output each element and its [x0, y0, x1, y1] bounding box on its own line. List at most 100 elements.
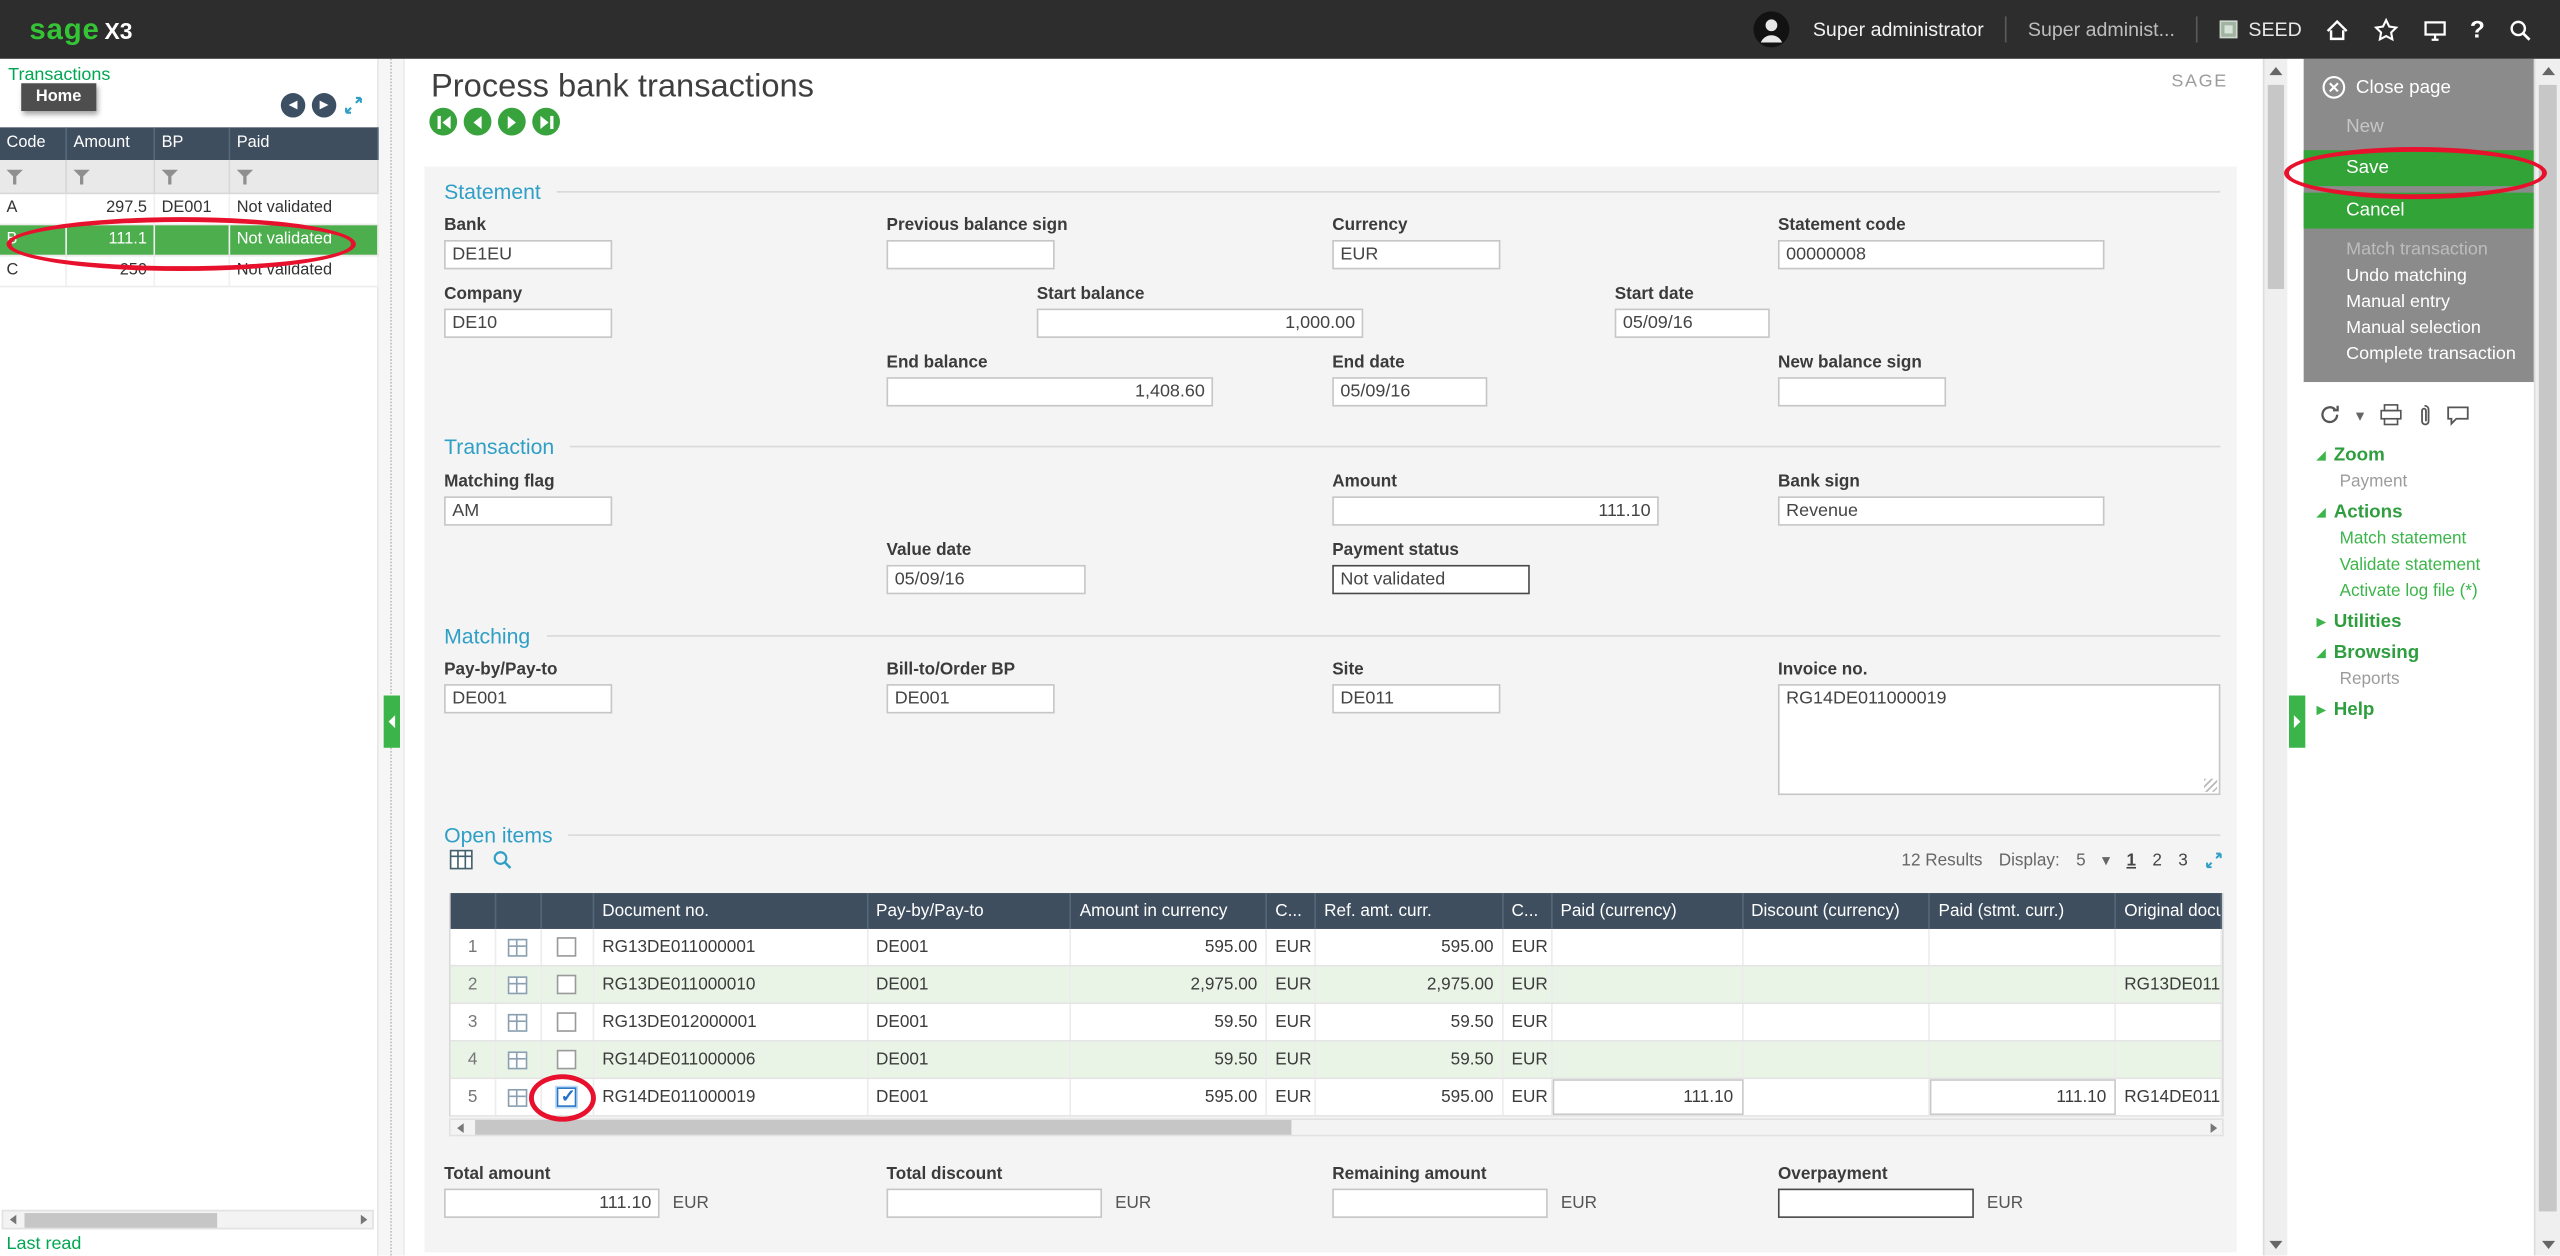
bill-to-input[interactable] [887, 684, 1055, 713]
row-detail-icon[interactable] [508, 1088, 528, 1106]
col-paid-currency[interactable]: Paid (currency) [1552, 893, 1743, 929]
user-name[interactable]: Super administrator [1813, 18, 1984, 41]
col-discount[interactable]: Discount (currency) [1743, 893, 1930, 929]
sage-x3-logo[interactable]: sage X3 [0, 12, 132, 46]
user-role[interactable]: Super administ... [2028, 18, 2175, 41]
menu-item-payment[interactable]: Payment [2304, 469, 2534, 495]
grid-view-icon[interactable] [449, 849, 473, 870]
panel-action-complete-transaction[interactable]: Complete transaction [2304, 341, 2534, 367]
next-record-button[interactable] [498, 108, 526, 136]
row-checkbox[interactable] [557, 1050, 577, 1070]
matching-flag-input[interactable] [444, 496, 612, 525]
collapse-right-panel-handle[interactable] [2289, 696, 2305, 748]
scroll-right-icon[interactable] [354, 1212, 372, 1227]
menu-item-match-statement[interactable]: Match statement [2304, 526, 2534, 552]
menu-section-browsing[interactable]: Browsing [2304, 635, 2534, 666]
row-checkbox-checked[interactable] [557, 1087, 577, 1107]
nav-grid-row[interactable]: A297.5DE001Not validated [0, 194, 379, 225]
favorites-star-icon[interactable] [2372, 16, 2400, 44]
total-discount-input[interactable] [887, 1189, 1103, 1218]
screens-icon[interactable] [2421, 16, 2449, 44]
scroll-down-icon[interactable] [2264, 1233, 2287, 1256]
remaining-amount-input[interactable] [1332, 1189, 1548, 1218]
row-detail-icon[interactable] [508, 976, 528, 994]
payment-status-input[interactable] [1332, 565, 1530, 594]
invoice-no-textarea[interactable]: RG14DE011000019 [1778, 684, 2220, 795]
row-checkbox[interactable] [557, 1012, 577, 1032]
page-3[interactable]: 3 [2178, 850, 2188, 870]
page-1[interactable]: 1 [2126, 850, 2136, 870]
left-splitter[interactable] [379, 59, 405, 1256]
page-2[interactable]: 2 [2152, 850, 2162, 870]
panel-action-undo-matching[interactable]: Undo matching [2304, 263, 2534, 289]
open-items-row[interactable]: 3RG13DE012000001DE00159.50EUR59.50EUR [451, 1004, 2222, 1042]
start-balance-input[interactable] [1037, 309, 1364, 338]
expand-grid-icon[interactable] [2204, 850, 2224, 870]
nav-grid-row-selected[interactable]: B111.1Not validated [0, 225, 379, 256]
col-paid-stmt[interactable]: Paid (stmt. curr.) [1930, 893, 2116, 929]
display-value[interactable]: 5 [2076, 850, 2086, 870]
scroll-down-icon[interactable] [2536, 1233, 2560, 1256]
col-original-doc[interactable]: Original docum... [2116, 893, 2222, 929]
col-paid[interactable]: Paid [230, 127, 379, 160]
bank-sign-input[interactable] [1778, 496, 2105, 525]
close-page-button[interactable]: Close page [2304, 70, 2534, 104]
open-items-row[interactable]: 2RG13DE011000010DE0012,975.00EUR2,975.00… [451, 967, 2222, 1005]
total-amount-input[interactable] [444, 1189, 660, 1218]
menu-section-utilities[interactable]: Utilities [2304, 604, 2534, 635]
menu-section-help[interactable]: Help [2304, 692, 2534, 723]
filter-funnel-icon[interactable] [73, 167, 93, 185]
start-date-input[interactable] [1615, 309, 1770, 338]
col-document-no[interactable]: Document no. [594, 893, 868, 929]
page-vscrollbar[interactable] [2534, 59, 2560, 1256]
scroll-up-icon[interactable] [2536, 59, 2560, 82]
main-vscrollbar[interactable] [2263, 59, 2287, 1256]
panel-action-manual-selection[interactable]: Manual selection [2304, 315, 2534, 341]
attachment-icon[interactable] [2418, 402, 2431, 426]
open-items-row[interactable]: 5RG14DE011000019DE001595.00EUR595.00EUR1… [451, 1079, 2222, 1117]
scroll-right-icon[interactable] [2204, 1120, 2222, 1135]
nav-grid-row[interactable]: C250Not validated [0, 256, 379, 287]
row-detail-icon[interactable] [508, 1013, 528, 1031]
scroll-thumb[interactable] [2268, 85, 2284, 289]
row-checkbox[interactable] [557, 937, 577, 957]
new-balance-sign-input[interactable] [1778, 377, 1946, 406]
menu-item-validate-statement[interactable]: Validate statement [2304, 552, 2534, 578]
panel-action-manual-entry[interactable]: Manual entry [2304, 289, 2534, 315]
statement-code-input[interactable] [1778, 240, 2105, 269]
filter-funnel-icon[interactable] [162, 167, 182, 185]
end-date-input[interactable] [1332, 377, 1487, 406]
col-ref-amt[interactable]: Ref. amt. curr. [1316, 893, 1503, 929]
col-currency-1[interactable]: C... [1267, 893, 1316, 929]
value-date-input[interactable] [887, 565, 1086, 594]
refresh-icon[interactable] [2318, 403, 2341, 426]
filter-funnel-icon[interactable] [237, 167, 257, 185]
save-button[interactable]: Save [2304, 150, 2534, 186]
col-amount[interactable]: Amount [67, 127, 155, 160]
scroll-thumb[interactable] [2539, 85, 2557, 1212]
scroll-left-icon[interactable] [3, 1212, 21, 1227]
display-dropdown-icon[interactable] [2102, 850, 2110, 870]
col-code[interactable]: Code [0, 127, 67, 160]
row-detail-icon[interactable] [508, 938, 528, 956]
pay-by-input[interactable] [444, 684, 612, 713]
row-checkbox[interactable] [557, 975, 577, 995]
print-icon[interactable] [2379, 403, 2403, 426]
col-pay-by[interactable]: Pay-by/Pay-to [868, 893, 1072, 929]
open-items-hscrollbar[interactable] [449, 1118, 2224, 1136]
cancel-button[interactable]: Cancel [2304, 193, 2534, 229]
left-panel-hscrollbar[interactable] [2, 1210, 374, 1230]
search-grid-icon[interactable] [490, 847, 514, 871]
end-balance-input[interactable] [887, 377, 1214, 406]
col-bp[interactable]: BP [155, 127, 230, 160]
prev-page-icon[interactable] [281, 93, 305, 117]
user-avatar[interactable] [1752, 10, 1791, 49]
home-icon[interactable] [2323, 16, 2351, 44]
first-record-button[interactable] [429, 108, 457, 136]
home-tab[interactable]: Home [21, 83, 96, 111]
overpayment-input[interactable] [1778, 1189, 1974, 1218]
expand-panel-icon[interactable] [343, 95, 364, 116]
collapse-left-panel-handle[interactable] [384, 696, 400, 748]
filter-funnel-icon[interactable] [7, 167, 27, 185]
help-icon[interactable] [2470, 16, 2485, 44]
